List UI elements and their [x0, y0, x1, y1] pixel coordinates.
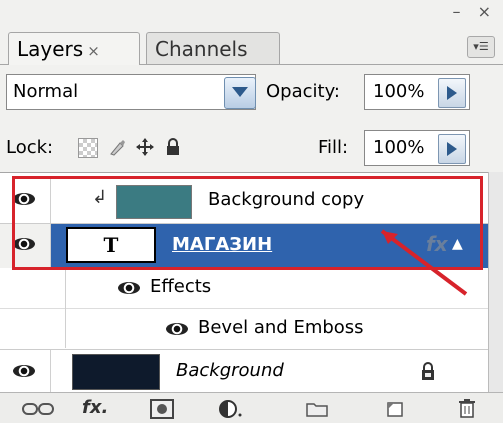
eye-icon[interactable] — [13, 365, 35, 377]
lock-label: Lock: — [6, 137, 54, 158]
bevel-emboss-row[interactable]: Bevel and Emboss — [0, 309, 488, 350]
window-controls[interactable]: – × — [453, 2, 498, 21]
new-layer-icon[interactable] — [386, 400, 404, 418]
tab-channels[interactable]: Channels — [146, 32, 280, 64]
tab-close-icon[interactable]: × — [87, 42, 100, 60]
layers-toolbar: fx. — [0, 392, 503, 423]
layer-row-background[interactable]: Background — [0, 350, 488, 393]
chevron-down-icon[interactable] — [224, 77, 256, 109]
tab-layers-label: Layers — [17, 37, 84, 61]
annotation-arrow-icon — [380, 229, 468, 296]
eye-icon[interactable] — [118, 282, 140, 294]
opacity-arrow-icon[interactable] — [438, 78, 466, 108]
panel-tab-bar: Layers × Channels — [0, 22, 503, 65]
new-group-folder-icon[interactable] — [306, 401, 328, 417]
layer-name: Background — [176, 360, 284, 381]
lock-pixels-brush-icon[interactable] — [108, 138, 126, 156]
add-layer-style-fx-icon[interactable]: fx. — [82, 397, 108, 418]
fill-arrow-icon[interactable] — [438, 134, 466, 164]
opacity-value: 100% — [373, 81, 425, 102]
blend-mode-select[interactable]: Normal — [6, 74, 256, 110]
tab-channels-label: Channels — [155, 37, 248, 61]
link-layers-icon[interactable] — [22, 402, 54, 416]
lock-transparency-icon[interactable] — [78, 138, 98, 158]
adjustment-layer-icon[interactable] — [218, 399, 244, 419]
delete-layer-trash-icon[interactable] — [458, 398, 476, 418]
add-layer-mask-icon[interactable] — [150, 399, 174, 419]
effects-label: Effects — [150, 276, 212, 297]
lock-all-padlock-icon[interactable] — [164, 138, 182, 156]
opacity-label: Opacity: — [266, 81, 340, 102]
lock-icon — [422, 362, 434, 380]
layers-scrollbar[interactable] — [488, 172, 503, 392]
eye-icon[interactable] — [166, 323, 188, 335]
fill-value: 100% — [373, 137, 425, 158]
bevel-emboss-label: Bevel and Emboss — [198, 317, 364, 338]
panel-menu-icon[interactable]: ▾☰ — [467, 36, 495, 58]
lock-position-move-icon[interactable] — [136, 138, 154, 156]
blend-mode-value: Normal — [13, 81, 79, 102]
layer-thumbnail — [72, 354, 160, 390]
tab-layers[interactable]: Layers × — [8, 32, 140, 65]
fill-label: Fill: — [318, 137, 349, 158]
